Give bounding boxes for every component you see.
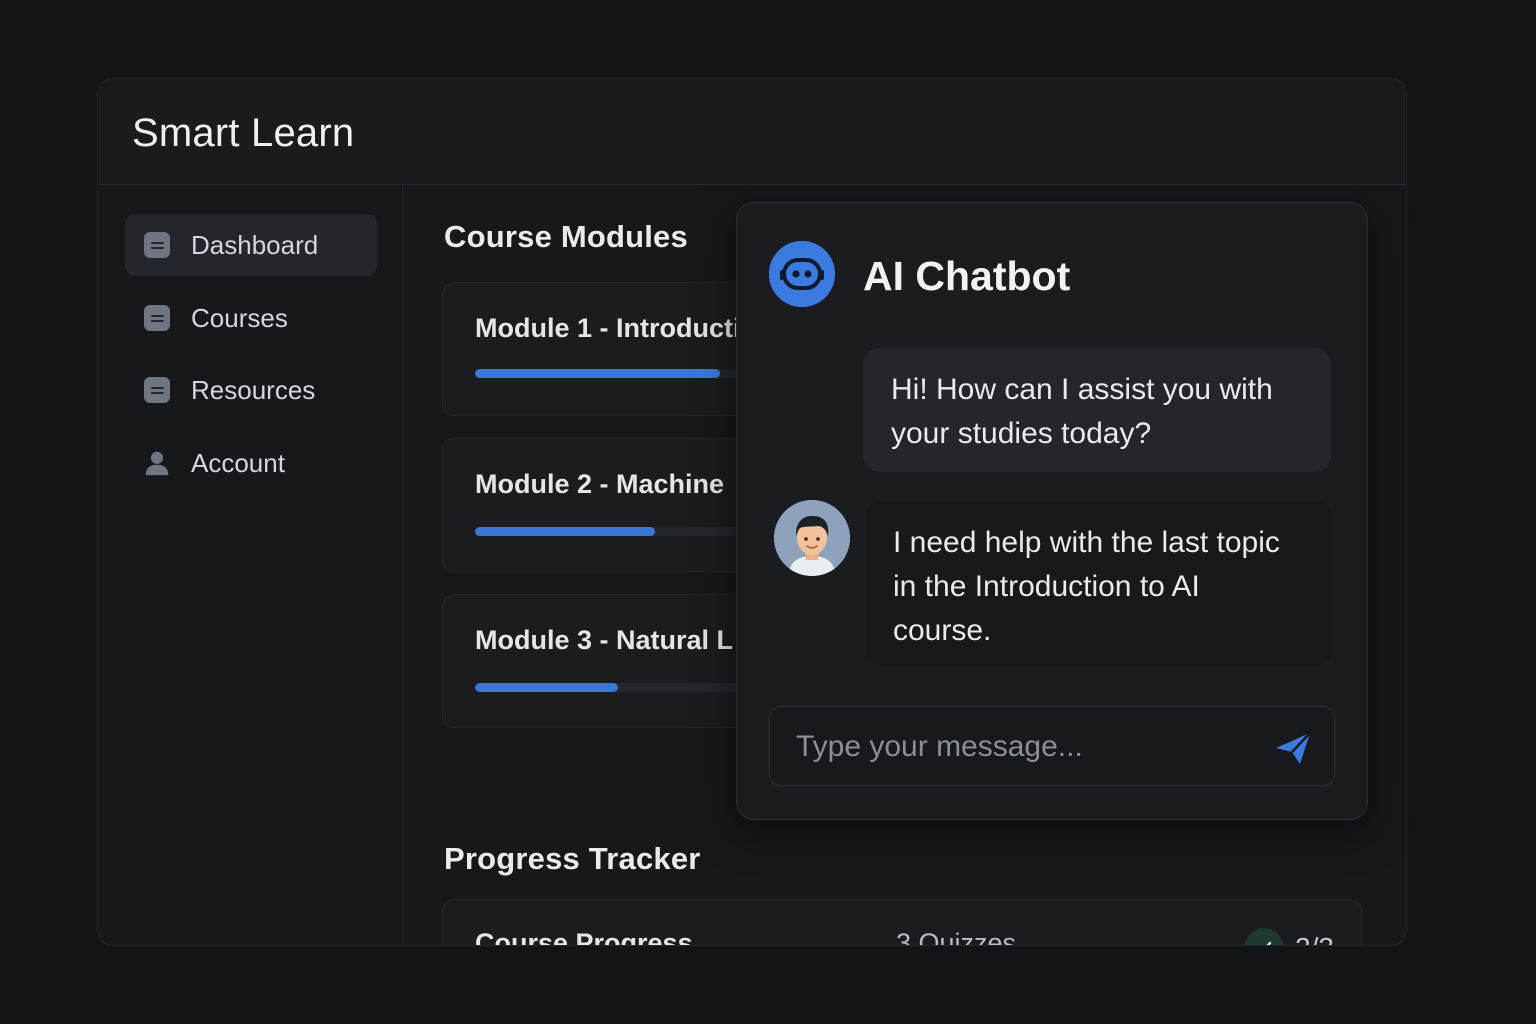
quizzes-label: 3 Quizzes (896, 928, 1017, 946)
send-icon (1276, 732, 1311, 764)
module-card[interactable]: Module 3 - Natural L (442, 594, 784, 728)
course-progress-label: Course Progress (475, 928, 693, 946)
chat-input-box (769, 706, 1335, 786)
course-modules-title: Course Modules (444, 219, 688, 254)
send-button[interactable] (1270, 725, 1316, 771)
progress-tracker-title: Progress Tracker (444, 841, 701, 876)
resources-icon (144, 377, 170, 403)
sidebar-item-courses[interactable]: Courses (125, 287, 377, 349)
dashboard-icon (144, 232, 170, 258)
module-title: Module 3 - Natural L (475, 625, 734, 655)
chatbot-icon (769, 241, 835, 307)
app-header: Smart Learn (98, 79, 1406, 185)
courses-icon (144, 305, 170, 331)
module-title: Module 2 - Machine (475, 469, 725, 499)
sidebar-item-label: Courses (191, 302, 288, 333)
chatbot-panel: AI Chatbot Hi! How can I assist you with… (736, 202, 1368, 820)
progress-tracker-card: Course Progress 3 Quizzes 2/3 (442, 899, 1362, 946)
sidebar-item-label: Resources (191, 374, 316, 405)
check-icon (1245, 928, 1283, 945)
user-icon (144, 450, 170, 476)
bot-message-bubble: Hi! How can I assist you with your studi… (863, 348, 1331, 472)
user-message-bubble: I need help with the last topic in the I… (865, 501, 1333, 665)
module-card[interactable]: Module 2 - Machine (442, 438, 784, 572)
quizzes-score: 2/3 (1295, 932, 1334, 945)
sidebar-item-dashboard[interactable]: Dashboard (125, 214, 377, 276)
sidebar-item-label: Dashboard (191, 229, 319, 260)
sidebar-item-label: Account (191, 447, 285, 478)
sidebar-item-account[interactable]: Account (125, 432, 377, 494)
app-title: Smart Learn (132, 111, 355, 155)
sidebar: Dashboard Courses Resources Account (98, 185, 403, 945)
module-title: Module 1 - Introduction (475, 313, 774, 343)
chat-title: AI Chatbot (863, 253, 1071, 299)
sidebar-item-resources[interactable]: Resources (125, 359, 377, 421)
user-avatar (774, 500, 850, 576)
module-card[interactable]: Module 1 - Introduction (442, 282, 784, 416)
chat-message-input[interactable] (794, 725, 1258, 769)
